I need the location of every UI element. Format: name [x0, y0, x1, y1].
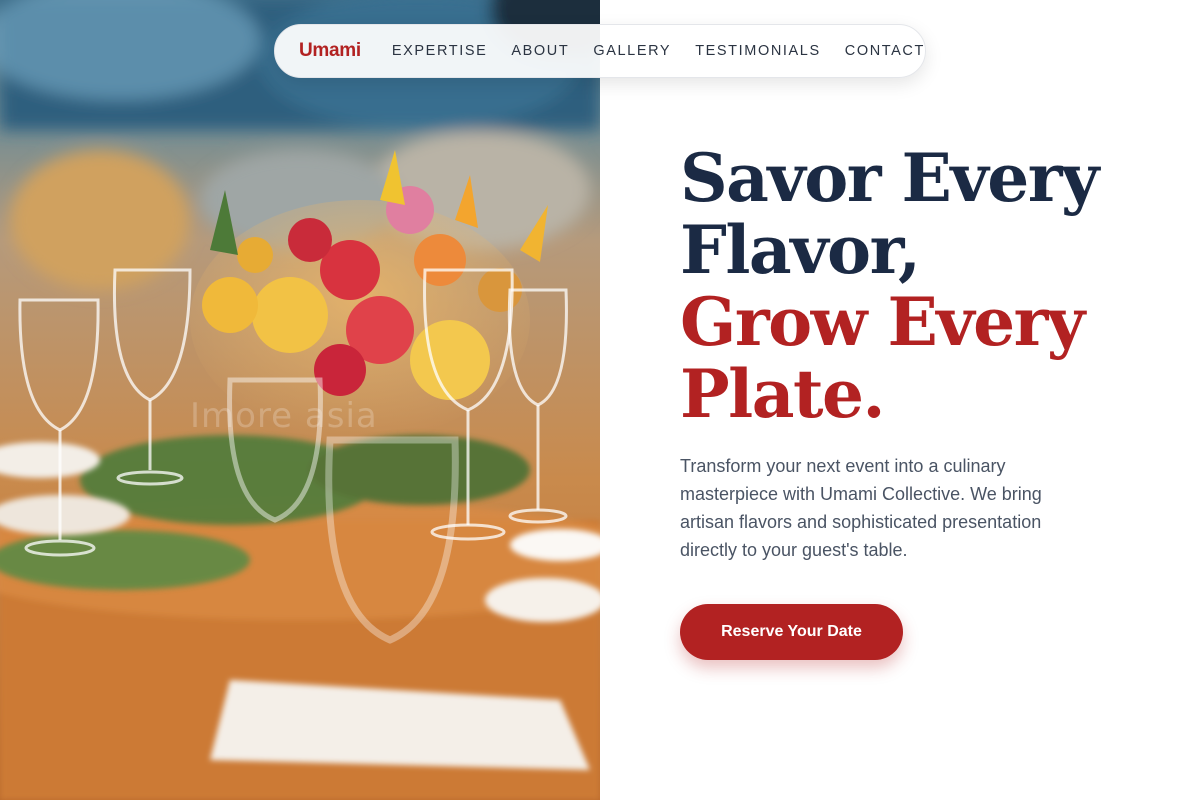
hero-headline: Savor Every Flavor, Grow Every Plate.	[680, 142, 1180, 430]
hero-description: Transform your next event into a culinar…	[680, 456, 1042, 560]
headline-line-1: Savor Every	[680, 139, 1099, 217]
reserve-date-button[interactable]: Reserve Your Date	[680, 604, 903, 660]
headline-line-2: Flavor,	[680, 211, 921, 289]
headline-line-4: Plate.	[680, 355, 885, 433]
nav-link-about[interactable]: ABOUT	[511, 43, 569, 59]
nav-link-expertise[interactable]: EXPERTISE	[392, 43, 488, 59]
hero-image: Imore asia	[0, 0, 600, 800]
nav-link-gallery[interactable]: GALLERY	[593, 43, 671, 59]
image-watermark: Imore asia	[190, 396, 378, 436]
nav-link-testimonials[interactable]: TESTIMONIALS	[695, 43, 821, 59]
top-navigation: Umami EXPERTISE ABOUT GALLERY TESTIMONIA…	[274, 24, 926, 78]
headline-line-3: Grow Every	[680, 283, 1085, 361]
brand-logo[interactable]: Umami	[299, 40, 361, 62]
nav-link-contact[interactable]: CONTACT	[845, 43, 925, 59]
